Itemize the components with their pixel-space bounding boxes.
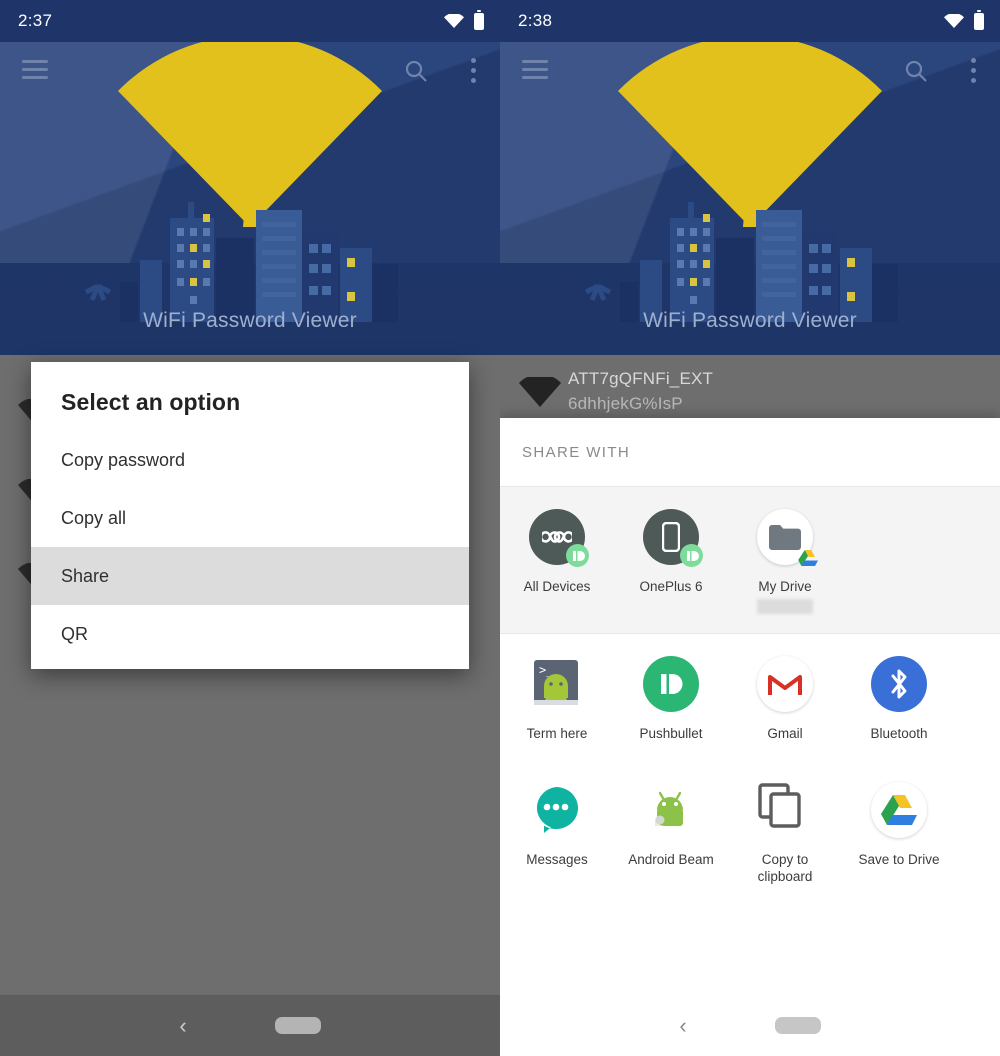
share-target-oneplus-6[interactable]: OnePlus 6 — [614, 509, 728, 615]
page-title: WiFi Password Viewer — [143, 309, 357, 332]
back-chevron-icon[interactable]: ‹ — [179, 1014, 186, 1037]
pushbullet-icon — [643, 656, 699, 712]
wifi-ssid: ATT7gQFNFi_EXT — [568, 369, 714, 388]
left-toolbar — [0, 42, 500, 100]
status-icon-group — [944, 0, 984, 42]
left-app-banner: WiFi Password Viewer — [0, 42, 500, 355]
right-app-banner: WiFi Password Viewer — [500, 42, 1000, 355]
battery-icon — [474, 9, 484, 30]
share-target-messages[interactable]: Messages — [500, 782, 614, 885]
share-sheet-header: SHARE WITH — [522, 443, 631, 461]
dialog-item-copy-all[interactable]: Copy all — [31, 489, 469, 547]
dialog-item-label: Copy all — [61, 507, 127, 528]
status-clock: 2:37 — [18, 11, 53, 30]
share-target-my-drive[interactable]: My Drive — [728, 509, 842, 615]
page-title: WiFi Password Viewer — [643, 309, 857, 332]
status-clock: 2:38 — [518, 11, 553, 30]
dialog-item-copy-password[interactable]: Copy password — [31, 431, 469, 489]
right-navigation-bar: ‹ — [500, 995, 1000, 1056]
gmail-icon — [757, 656, 813, 712]
search-icon[interactable] — [404, 59, 428, 83]
share-target-gmail[interactable]: Gmail — [728, 656, 842, 742]
redacted-account-label — [757, 599, 813, 614]
dialog-item-share[interactable]: Share — [31, 547, 469, 605]
share-target-pushbullet[interactable]: Pushbullet — [614, 656, 728, 742]
share-target-label: Bluetooth — [870, 726, 928, 741]
dialog-item-label: Share — [61, 565, 110, 586]
hamburger-menu-icon[interactable] — [522, 60, 548, 80]
share-target-bluetooth[interactable]: Bluetooth — [842, 656, 956, 742]
share-target-android-beam[interactable]: Android Beam — [614, 782, 728, 885]
screenshot-pair: 2:37 WiFi Password Viewer Select an opti… — [0, 0, 1000, 1056]
wifi-icon — [944, 14, 964, 28]
share-target-label: Gmail — [767, 726, 803, 741]
share-target-label: Save to Drive — [858, 852, 940, 867]
infinity-icon — [529, 509, 589, 567]
left-screen: 2:37 WiFi Password Viewer Select an opti… — [0, 0, 500, 1056]
overflow-menu-icon[interactable] — [471, 58, 476, 83]
folder-icon — [757, 509, 818, 566]
dialog-item-label: Copy password — [61, 449, 186, 470]
share-targets-row-1: All Devices OnePlus 6 My Drive — [500, 486, 1000, 634]
pushbullet-badge-icon — [566, 544, 589, 567]
right-screen: 2:38 WiFi Password Viewer ATT7gQFNFi_EXT… — [500, 0, 1000, 1056]
share-target-label: My Drive — [758, 579, 812, 594]
status-icon-group — [444, 0, 484, 42]
left-status-bar: 2:37 — [0, 0, 500, 42]
phone-icon — [643, 509, 703, 567]
dialog-item-label: QR — [61, 623, 88, 644]
messages-icon — [529, 782, 585, 838]
copy-clipboard-icon — [757, 782, 813, 838]
share-targets-row-3: Messages Android Beam Copy to clipboard … — [500, 760, 1000, 903]
share-target-label: Android Beam — [628, 852, 714, 867]
android-beam-icon — [643, 782, 699, 838]
terminal-android-icon: >_ — [529, 656, 585, 712]
wifi-password: 6dhhjekG%IsP — [568, 394, 683, 413]
search-icon[interactable] — [904, 59, 928, 83]
wifi-signal-icon — [512, 369, 568, 407]
google-drive-icon — [871, 782, 927, 838]
pushbullet-badge-icon — [680, 544, 703, 567]
back-chevron-icon[interactable]: ‹ — [679, 1014, 686, 1037]
dialog-item-qr[interactable]: QR — [31, 605, 469, 663]
share-target-label: All Devices — [523, 579, 591, 594]
share-target-all-devices[interactable]: All Devices — [500, 509, 614, 615]
share-target-term-here[interactable]: >_ Term here — [500, 656, 614, 742]
share-target-copy-to-clipboard[interactable]: Copy to clipboard — [728, 782, 842, 885]
select-option-dialog: Select an option Copy password Copy all … — [31, 362, 469, 669]
share-target-save-to-drive[interactable]: Save to Drive — [842, 782, 956, 885]
hamburger-menu-icon[interactable] — [22, 60, 48, 80]
share-target-label: OnePlus 6 — [639, 579, 703, 594]
home-pill-icon[interactable] — [774, 1017, 821, 1034]
right-status-bar: 2:38 — [500, 0, 1000, 42]
overflow-menu-icon[interactable] — [971, 58, 976, 83]
right-toolbar — [500, 42, 1000, 100]
wifi-row-text: ATT7gQFNFi_EXT 6dhhjekG%IsP — [568, 369, 1000, 414]
home-pill-icon[interactable] — [274, 1017, 321, 1034]
share-target-label: Copy to clipboard — [757, 852, 813, 884]
share-targets-row-2: >_ Term here Pushbullet Gmail Bluetooth — [500, 634, 1000, 760]
battery-icon — [974, 9, 984, 30]
dialog-title: Select an option — [61, 389, 241, 415]
share-target-label: Term here — [526, 726, 588, 741]
share-sheet: SHARE WITH All Devices OnePlus 6 My Driv… — [500, 418, 1000, 995]
share-target-label: Messages — [526, 852, 588, 867]
google-drive-badge-icon — [796, 546, 819, 569]
bluetooth-icon — [871, 656, 927, 712]
left-navigation-bar: ‹ — [0, 995, 500, 1056]
share-target-label: Pushbullet — [639, 726, 703, 741]
wifi-icon — [444, 14, 464, 28]
